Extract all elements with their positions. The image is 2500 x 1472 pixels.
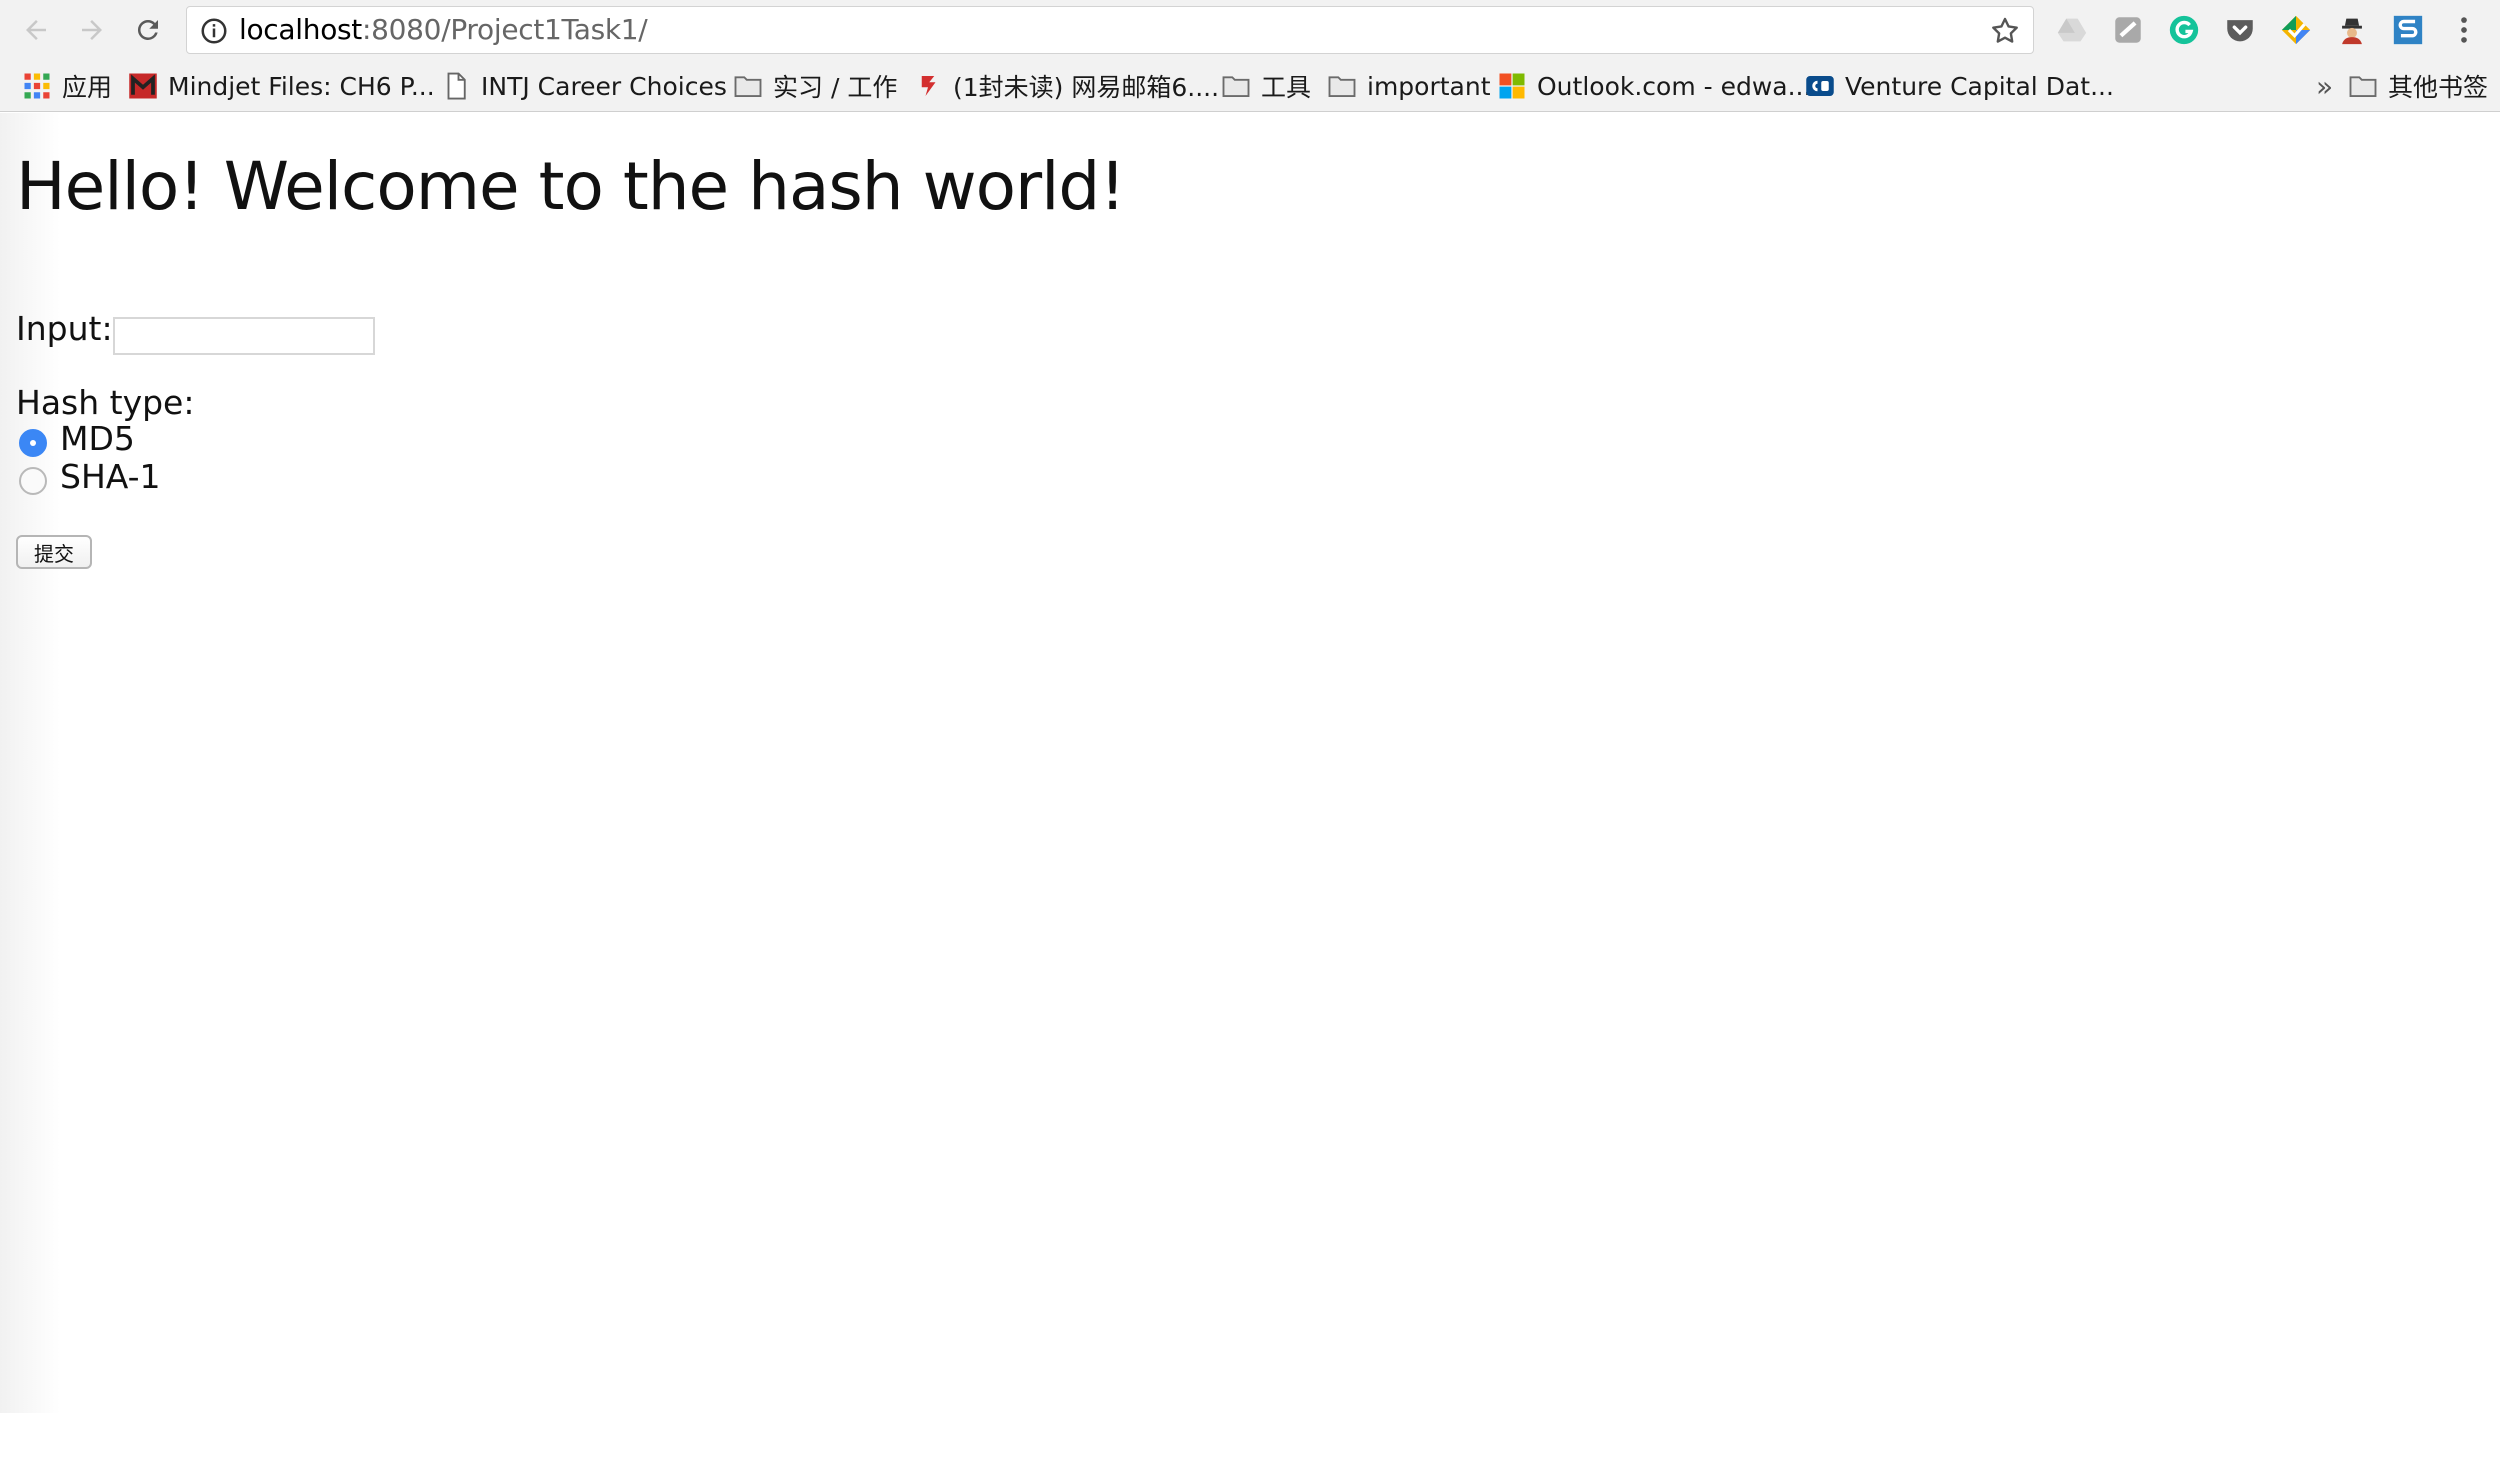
agent-icon[interactable] — [2335, 13, 2369, 47]
bookmark-item[interactable]: Venture Capital Dat... — [1805, 60, 2114, 112]
url-host: localhost — [239, 13, 362, 46]
address-bar[interactable]: localhost:8080/Project1Task1/ — [186, 6, 2034, 54]
bookmark-star-icon[interactable] — [1989, 15, 2021, 47]
sha1-radio-label[interactable]: SHA-1 — [60, 457, 161, 496]
color-picker-icon[interactable] — [2279, 13, 2313, 47]
microsoft-icon — [1497, 71, 1527, 101]
bookmark-item[interactable]: (1封未读) 网易邮箱6.... — [913, 60, 1219, 112]
mindjet-icon — [128, 71, 158, 101]
back-button[interactable] — [16, 10, 56, 50]
folder-icon — [1221, 71, 1251, 101]
bookmark-item[interactable]: INTJ Career Choices — [441, 60, 727, 112]
sha1-radio[interactable] — [19, 467, 47, 495]
bookmark-apps[interactable]: 应用 — [22, 60, 112, 112]
bookmark-item[interactable]: Mindjet Files: CH6 P... — [128, 60, 435, 112]
pocket-icon[interactable] — [2223, 13, 2257, 47]
s-extension-icon[interactable] — [2391, 13, 2425, 47]
page-content: Hello! Welcome to the hash world! Input:… — [0, 113, 2500, 1472]
folder-icon — [2348, 71, 2378, 101]
grammarly-icon[interactable] — [2167, 13, 2201, 47]
md5-radio[interactable] — [19, 429, 47, 457]
forward-button[interactable] — [72, 10, 112, 50]
bookmark-label: important — [1367, 71, 1491, 101]
url-text: localhost:8080/Project1Task1/ — [239, 7, 648, 53]
bookmark-label: INTJ Career Choices — [481, 71, 727, 101]
bookmark-label: 实习 / 工作 — [773, 73, 898, 102]
bookmark-label: Venture Capital Dat... — [1845, 71, 2114, 101]
browser-toolbar: localhost:8080/Project1Task1/ — [0, 0, 2500, 60]
info-icon[interactable] — [199, 16, 229, 46]
bookmark-item[interactable]: Outlook.com - edwa... — [1497, 60, 1811, 112]
bookmark-label: (1封未读) 网易邮箱6.... — [953, 73, 1220, 102]
url-path: :8080/Project1Task1/ — [362, 13, 648, 46]
bookmark-folder[interactable]: important — [1327, 60, 1491, 112]
forward-arrow-icon — [82, 20, 102, 40]
reload-button[interactable] — [128, 10, 168, 50]
bookmarks-bar: 应用 Mindjet Files: CH6 P... INTJ Career C… — [0, 60, 2500, 112]
apps-grid-icon — [22, 71, 52, 101]
reload-icon — [137, 19, 158, 40]
bookmark-label: 其他书签 — [2388, 73, 2489, 102]
bookmarks-overflow-button[interactable]: » — [2316, 60, 2333, 112]
hash-input-field[interactable] — [113, 317, 375, 355]
generic-extension-icon[interactable] — [2111, 13, 2145, 47]
md5-radio-label[interactable]: MD5 — [60, 419, 135, 458]
bookmark-folder[interactable]: 工具 — [1221, 60, 1311, 112]
menu-kebab-icon[interactable] — [2447, 13, 2481, 47]
back-arrow-icon — [26, 20, 46, 40]
other-bookmarks-folder[interactable]: 其他书签 — [2348, 60, 2488, 112]
overflow-chevron: » — [2316, 69, 2334, 103]
bookmark-label: Mindjet Files: CH6 P... — [168, 71, 435, 101]
bookmark-label: Outlook.com - edwa... — [1537, 71, 1812, 101]
bookmark-folder[interactable]: 实习 / 工作 — [733, 60, 897, 112]
folder-icon — [1327, 71, 1357, 101]
input-label: Input: — [16, 309, 113, 348]
netease-icon — [913, 71, 943, 101]
cb-icon — [1805, 71, 1835, 101]
page-icon — [441, 71, 471, 101]
drive-icon[interactable] — [2055, 13, 2089, 47]
page-shadow-edge — [0, 113, 60, 1413]
bookmark-label: 工具 — [1261, 73, 1312, 102]
page-title: Hello! Welcome to the hash world! — [16, 148, 1126, 225]
submit-button[interactable]: 提交 — [16, 535, 92, 569]
hash-type-label: Hash type: — [16, 383, 195, 422]
bookmark-apps-label: 应用 — [62, 73, 113, 102]
folder-icon — [733, 71, 763, 101]
